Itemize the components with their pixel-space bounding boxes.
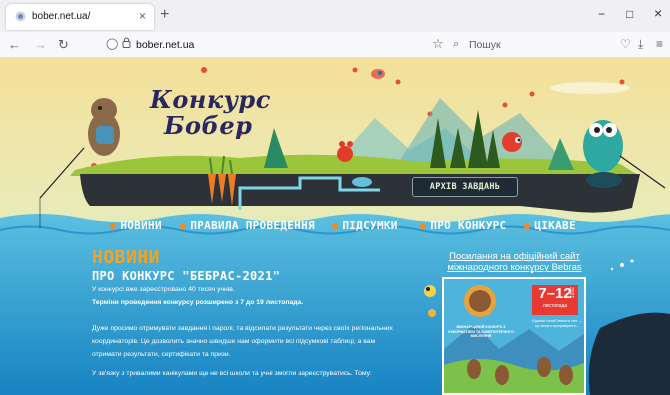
- menu-bullet-icon: ●: [110, 221, 117, 232]
- reload-icon[interactable]: ↻: [58, 37, 69, 53]
- archive-tasks-button[interactable]: АРХІВ ЗАВДАНЬ: [412, 177, 518, 197]
- bookmark-star-icon[interactable]: ☆: [432, 36, 444, 52]
- poster-year: 2021: [568, 287, 574, 299]
- news-line-dates-extended: Терміни проведення конкурсу розширено з …: [92, 299, 304, 306]
- poster-month: листопада: [542, 303, 568, 309]
- site-title-line1: Конкурс: [150, 85, 271, 114]
- menu-bullet-icon: ●: [420, 221, 427, 232]
- search-placeholder: Пошук: [469, 39, 501, 51]
- menu-item-label: ПРО КОНКУРС: [430, 219, 507, 232]
- address-bar[interactable]: ◯ bober.net.ua: [92, 35, 427, 55]
- url-text: bober.net.ua: [136, 39, 195, 51]
- menu-item-label: ПІДСУМКИ: [342, 219, 398, 232]
- official-link-line2: міжнародного конкурсу Bebras: [447, 262, 582, 273]
- browser-tab[interactable]: bober.net.ua/ ×: [6, 4, 154, 30]
- article-title[interactable]: ПРО КОНКУРС "БЕБРАС-2021": [92, 269, 280, 283]
- news-paragraph-line: координаторів. Це дозволить значно швидш…: [92, 338, 376, 345]
- official-link-line1: Посилання на офіційний сайт: [449, 251, 580, 262]
- back-icon[interactable]: ←: [8, 37, 21, 52]
- minimize-button[interactable]: −: [598, 7, 605, 21]
- site-title-line2: Бобер: [164, 111, 253, 140]
- search-icon: ⌕: [453, 38, 460, 50]
- menu-item-about[interactable]: ● ПРО КОНКУРС: [420, 219, 506, 232]
- main-menu: ● НОВИНИ ● ПРАВИЛА ПРОВЕДЕННЯ ● ПІДСУМКИ ● П…: [110, 219, 580, 237]
- news-paragraph-holidays: У зв'язку з тривалими канікулами ще не в…: [92, 370, 372, 377]
- menu-item-results[interactable]: ● ПІДСУМКИ: [332, 219, 398, 232]
- menu-item-rules[interactable]: ● ПРАВИЛА ПРОВЕДЕННЯ: [180, 219, 315, 232]
- menu-item-label: ПРАВИЛА ПРОВЕДЕННЯ: [190, 219, 315, 232]
- tab-close-icon[interactable]: ×: [139, 9, 146, 23]
- new-tab-button[interactable]: +: [160, 6, 169, 24]
- tracking-shield-icon[interactable]: ◯: [106, 37, 118, 50]
- menu-item-news[interactable]: ● НОВИНИ: [110, 219, 162, 232]
- poster-note: Єдиний спосіб змінити світ — це почати п…: [532, 319, 582, 328]
- menu-bullet-icon: ●: [524, 221, 531, 232]
- search-box[interactable]: ⌕ Пошук: [449, 35, 599, 55]
- news-heading: НОВИНИ: [92, 247, 161, 268]
- maximize-button[interactable]: □: [626, 7, 633, 21]
- browser-nav-bar: ← → ↻ ◯ bober.net.ua ☆ ⌕ Пошук ♡ ⤓ ≡: [0, 32, 670, 58]
- news-paragraph-line: Дуже просимо отримувати завдання і парол…: [92, 325, 393, 332]
- menu-item-label: ЦІКАВЕ: [534, 219, 576, 232]
- news-line-registered: У конкурсі вже зареєстровано 40 тисяч уч…: [92, 286, 235, 293]
- menu-bullet-icon: ●: [180, 221, 187, 232]
- menu-bullet-icon: ●: [332, 221, 339, 232]
- menu-item-label: НОВИНИ: [120, 219, 162, 232]
- news-paragraph-line: отримати результати, сертифікати та приз…: [92, 351, 231, 358]
- forward-icon[interactable]: →: [34, 37, 47, 52]
- contest-poster[interactable]: 7–12 листопада 2021 МІЖНАРОДНИЙ КОНКУРС …: [442, 277, 586, 395]
- menu-item-interesting[interactable]: ● ЦІКАВЕ: [524, 219, 576, 232]
- lock-icon[interactable]: [122, 37, 131, 48]
- poster-organization: МІЖНАРОДНИЙ КОНКУРС З ІНФОРМАТИКИ ТА КОМ…: [448, 325, 514, 338]
- site-title: Конкурс Бобер: [150, 87, 271, 139]
- close-window-button[interactable]: ×: [654, 5, 662, 21]
- official-bebras-link[interactable]: Посилання на офіційний сайт міжнародного…: [447, 251, 582, 273]
- downloads-icon[interactable]: ⤓: [638, 37, 643, 52]
- site-favicon-icon: [15, 11, 26, 22]
- pocket-icon[interactable]: ♡: [620, 37, 631, 51]
- browser-tab-bar: bober.net.ua/ × + − □ ×: [0, 0, 670, 32]
- menu-icon[interactable]: ≡: [656, 37, 663, 51]
- page-content: Конкурс Бобер АРХІВ ЗАВДАНЬ ● НОВИНИ ● ПРА…: [0, 58, 670, 395]
- tab-title: bober.net.ua/: [32, 11, 91, 22]
